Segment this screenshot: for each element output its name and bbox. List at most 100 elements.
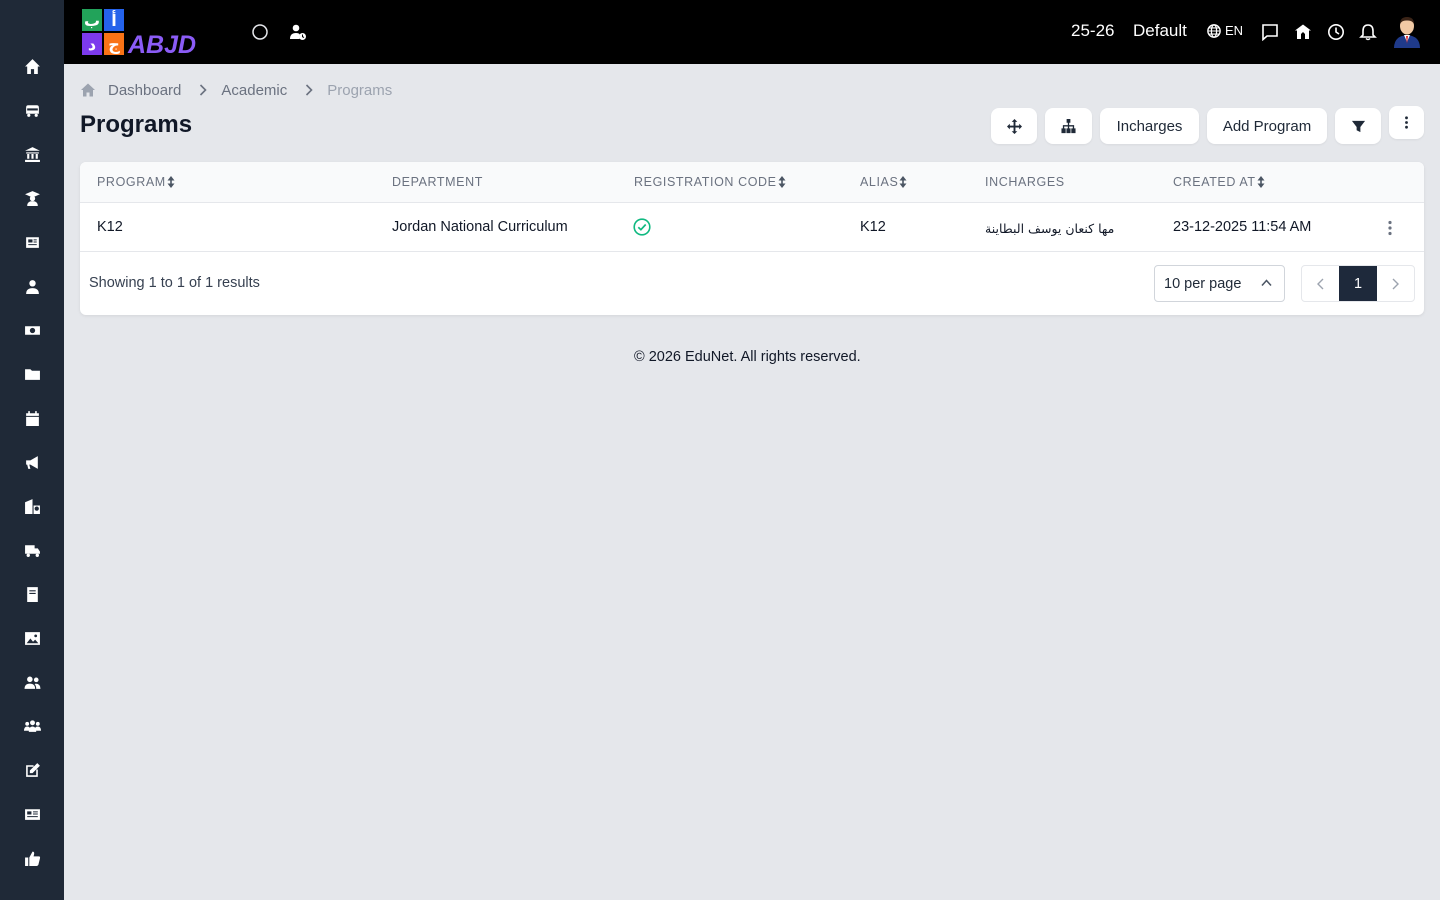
profile-label[interactable]: Default — [1133, 21, 1187, 41]
sort-icon — [167, 176, 175, 188]
sidebar-item-calendar[interactable] — [20, 406, 44, 430]
page-title: Programs — [80, 111, 193, 138]
pagination: 1 — [1301, 265, 1415, 302]
language-label: EN — [1225, 23, 1244, 38]
newspaper-icon — [24, 808, 40, 820]
calendar-icon — [25, 410, 39, 426]
column-header-program[interactable]: Program — [97, 175, 175, 189]
group-icon — [23, 719, 41, 732]
breadcrumb-academic[interactable]: Academic — [221, 82, 287, 99]
language-selector[interactable]: EN — [1207, 23, 1243, 38]
circle-icon[interactable] — [248, 20, 272, 44]
breadcrumb-home[interactable] — [80, 82, 96, 98]
clock-icon[interactable] — [1324, 20, 1348, 44]
check-circle-icon — [633, 218, 651, 236]
footer-copyright: © 2026 EduNet. All rights reserved. — [634, 349, 861, 365]
bus-icon — [25, 104, 39, 117]
thumbs-up-icon — [24, 851, 40, 866]
kebab-icon — [1388, 220, 1392, 236]
sidebar-item-home[interactable] — [20, 54, 44, 78]
sidebar-item-reports[interactable] — [20, 802, 44, 826]
hostel-icon — [24, 498, 40, 514]
incharges-button[interactable]: Incharges — [1100, 108, 1199, 144]
breadcrumb-dashboard[interactable]: Dashboard — [108, 82, 181, 99]
sidebar-item-library[interactable] — [20, 582, 44, 606]
sidebar-item-exams[interactable] — [20, 758, 44, 782]
news-icon — [25, 236, 39, 248]
column-header-registration-code[interactable]: Registration code — [634, 175, 786, 189]
sidebar-item-transport[interactable] — [20, 98, 44, 122]
book-icon — [26, 586, 38, 602]
graduate-icon — [24, 190, 40, 206]
sitemap-icon — [1061, 118, 1076, 133]
column-header-created-at[interactable]: Created at — [1173, 175, 1265, 189]
sidebar-item-announcements[interactable] — [20, 450, 44, 474]
kebab-icon — [1405, 116, 1408, 129]
move-button[interactable] — [991, 108, 1037, 144]
filter-icon — [1351, 120, 1365, 132]
sidebar — [0, 0, 64, 900]
page-1-button[interactable]: 1 — [1339, 266, 1377, 301]
sidebar-item-finance[interactable] — [20, 318, 44, 342]
column-header-incharges: Incharges — [985, 175, 1065, 189]
sidebar-item-hostel[interactable] — [20, 494, 44, 518]
table-row[interactable]: K12 Jordan National Curriculum K12 مها ك… — [80, 203, 1424, 252]
svg-text:ABJD: ABJD — [127, 31, 196, 56]
cell-department: Jordan National Curriculum — [392, 219, 568, 235]
sidebar-item-gallery[interactable] — [20, 626, 44, 650]
sidebar-item-teachers[interactable] — [20, 274, 44, 298]
filter-button[interactable] — [1335, 108, 1381, 144]
chevron-right-icon — [1392, 278, 1399, 289]
topbar: ب أ د ج ABJD 25-26 Default EN — [64, 0, 1440, 64]
next-page-button[interactable] — [1377, 266, 1414, 301]
sidebar-item-feedback[interactable] — [20, 846, 44, 870]
money-icon — [24, 325, 40, 335]
add-program-button[interactable]: Add Program — [1207, 108, 1327, 144]
session-label[interactable]: 25-26 — [1071, 21, 1114, 41]
breadcrumb: Dashboard Academic Programs — [80, 80, 392, 100]
column-header-alias[interactable]: Alias — [860, 175, 907, 189]
edit-icon — [25, 762, 40, 777]
sidebar-item-institution[interactable] — [20, 142, 44, 166]
chevron-right-icon — [305, 84, 313, 96]
sort-icon — [778, 176, 786, 188]
per-page-select[interactable]: 10 per page — [1154, 265, 1285, 302]
megaphone-icon — [25, 455, 38, 469]
sidebar-item-news[interactable] — [20, 230, 44, 254]
teacher-icon — [25, 279, 39, 294]
avatar[interactable] — [1391, 14, 1423, 48]
arrows-move-icon — [1006, 118, 1022, 134]
more-options-button[interactable] — [1389, 106, 1424, 139]
truck-icon — [24, 544, 40, 557]
globe-icon — [1207, 23, 1221, 38]
svg-text:أ: أ — [111, 10, 116, 30]
school-icon[interactable] — [1291, 20, 1315, 44]
chevron-up-icon — [1261, 279, 1272, 287]
sidebar-item-users[interactable] — [20, 670, 44, 694]
sort-icon — [899, 176, 907, 188]
sidebar-item-graduates[interactable] — [20, 186, 44, 210]
per-page-value: 10 per page — [1164, 275, 1242, 292]
prev-page-button[interactable] — [1302, 266, 1339, 301]
sidebar-item-vehicles[interactable] — [20, 538, 44, 562]
sidebar-item-groups[interactable] — [20, 714, 44, 738]
cell-alias: K12 — [860, 219, 886, 235]
svg-text:ج: ج — [108, 35, 120, 54]
bell-icon[interactable] — [1356, 20, 1380, 44]
programs-table-card: Program Department Registration code Ali… — [80, 162, 1424, 315]
home-icon — [24, 58, 40, 74]
hierarchy-button[interactable] — [1045, 108, 1092, 144]
folder-icon — [24, 368, 40, 380]
home-icon — [81, 83, 95, 97]
app-logo[interactable]: ب أ د ج ABJD — [80, 8, 225, 59]
user-clock-icon[interactable] — [286, 20, 310, 44]
chat-icon[interactable] — [1258, 20, 1282, 44]
sidebar-item-files[interactable] — [20, 362, 44, 386]
institution-icon — [24, 146, 40, 162]
svg-text:د: د — [88, 35, 96, 54]
row-actions-button[interactable] — [1380, 217, 1400, 239]
table-header: Program Department Registration code Ali… — [80, 162, 1424, 203]
cell-created-at: 23-12-2025 11:54 AM — [1173, 219, 1312, 235]
image-icon — [24, 631, 40, 645]
users-icon — [24, 676, 40, 689]
